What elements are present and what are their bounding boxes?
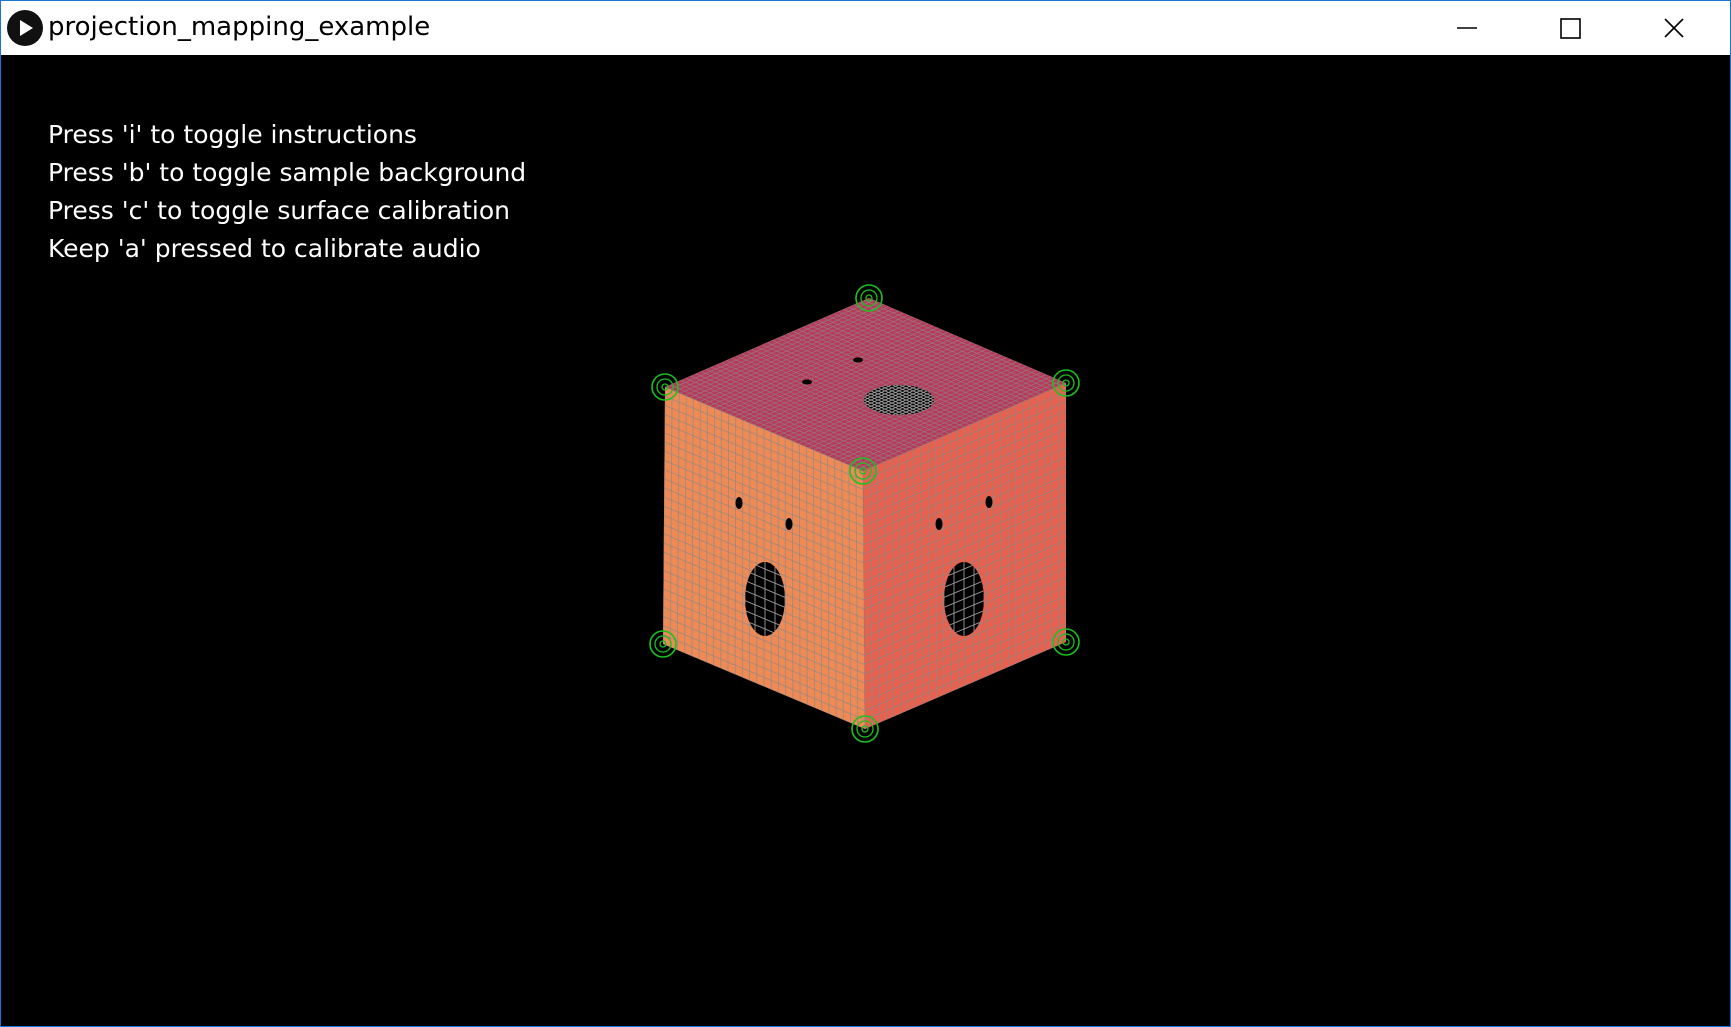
grid-line (791, 440, 794, 699)
right-small-hole (985, 496, 993, 508)
left-small-hole (785, 518, 793, 530)
top-small-hole (853, 357, 863, 363)
sketch-canvas[interactable]: Press 'i' to toggle instructions Press '… (1, 55, 1730, 1026)
left-small-hole (735, 497, 743, 509)
grid-line (1007, 408, 1010, 667)
close-button[interactable] (1622, 1, 1726, 55)
grid-line (1014, 404, 1017, 664)
minimize-button[interactable] (1414, 1, 1518, 55)
close-icon (1664, 18, 1684, 38)
title-bar[interactable]: projection_mapping_example (1, 1, 1730, 55)
app-window: projection_mapping_example Press 'i' to … (0, 0, 1731, 1027)
play-icon (7, 10, 43, 46)
window-title: projection_mapping_example (48, 12, 431, 42)
top-small-hole (802, 379, 812, 385)
maximize-icon (1560, 18, 1581, 39)
projection-cube (649, 284, 1080, 743)
maximize-button[interactable] (1518, 1, 1622, 55)
right-small-hole (935, 518, 943, 530)
minimize-icon (1457, 27, 1477, 29)
